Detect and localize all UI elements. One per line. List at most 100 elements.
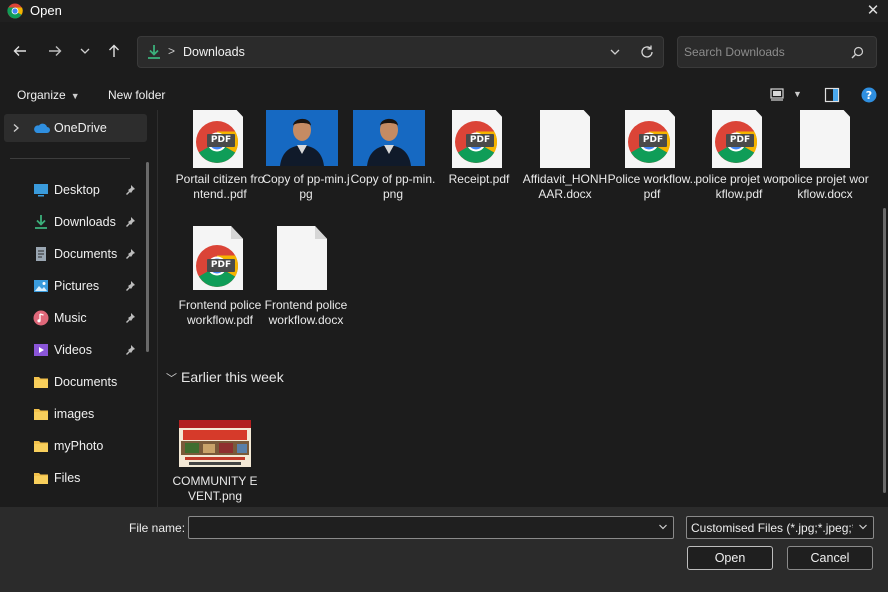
sidebar-item-downloads[interactable]: Downloads xyxy=(0,208,150,236)
file-type-value: Customised Files (*.jpg;*.jpeg;* xyxy=(691,521,853,535)
file-item[interactable]: Frontend police workflow.docx xyxy=(263,226,349,336)
music-icon xyxy=(33,310,49,326)
file-type-select[interactable]: Customised Files (*.jpg;*.jpeg;* xyxy=(686,516,874,539)
open-button[interactable]: Open xyxy=(687,546,773,570)
pdf-badge: PDF xyxy=(639,134,667,147)
arrow-right-icon xyxy=(49,46,62,56)
sidebar-item-label: Pictures xyxy=(54,279,100,293)
chevron-down-icon[interactable]: ﹀ xyxy=(166,370,177,386)
back-button[interactable] xyxy=(7,38,33,64)
breadcrumb-downloads[interactable]: Downloads xyxy=(183,45,245,59)
search-input[interactable] xyxy=(684,43,849,61)
search-box[interactable] xyxy=(677,36,877,68)
file-item[interactable]: Copy of pp-min.png xyxy=(350,110,436,222)
sidebar-item-desktop[interactable]: Desktop xyxy=(0,176,150,204)
folder-icon xyxy=(34,473,48,484)
breadcrumb-separator: > xyxy=(168,44,176,58)
chevron-down-icon xyxy=(80,48,90,54)
chevron-down-icon[interactable] xyxy=(658,522,668,532)
folder-icon xyxy=(34,377,48,388)
address-bar[interactable]: > Downloads xyxy=(137,36,664,68)
title-bar: Open ✕ xyxy=(0,0,888,22)
help-icon[interactable]: ? xyxy=(861,87,877,103)
up-button[interactable] xyxy=(101,38,127,64)
arrow-up-icon xyxy=(109,44,119,57)
pin-icon[interactable] xyxy=(124,280,136,292)
search-icon[interactable] xyxy=(851,46,864,59)
organize-menu[interactable]: Organize ▼ xyxy=(17,88,80,102)
chevron-right-icon[interactable] xyxy=(11,123,21,133)
sidebar-item-images[interactable]: images xyxy=(0,400,150,428)
sidebar-item-music[interactable]: Music xyxy=(0,304,150,332)
file-item[interactable]: PDF police projet workflow.pdf xyxy=(695,110,783,222)
download-icon xyxy=(35,215,47,229)
file-name: Copy of pp-min.jpg xyxy=(262,172,350,201)
file-item[interactable]: PDF Portail citizen frontend..pdf xyxy=(176,110,264,222)
chevron-down-icon[interactable] xyxy=(608,45,622,59)
close-icon[interactable]: ✕ xyxy=(864,2,882,20)
svg-text:?: ? xyxy=(866,89,872,102)
file-name-input[interactable] xyxy=(188,516,674,539)
content-scrollbar[interactable] xyxy=(883,208,886,493)
person-photo-icon xyxy=(266,110,338,166)
sidebar-item-documents[interactable]: Documents xyxy=(0,240,150,268)
file-name: Frontend police workflow.pdf xyxy=(178,298,262,327)
organize-label: Organize xyxy=(17,88,66,102)
dialog-footer: File name: Customised Files (*.jpg;*.jpe… xyxy=(0,507,888,592)
file-name: COMMUNITY EVENT.png xyxy=(172,474,258,503)
file-name: Police workflow..pdf xyxy=(607,172,697,201)
desktop-icon xyxy=(34,184,48,197)
file-item[interactable]: PDF Receipt.pdf xyxy=(436,110,522,222)
pdf-badge: PDF xyxy=(207,134,235,147)
pdf-badge: PDF xyxy=(726,134,754,147)
forward-button[interactable] xyxy=(42,38,68,64)
sidebar-item-onedrive[interactable]: OneDrive xyxy=(4,114,147,142)
document-icon xyxy=(36,247,46,261)
download-icon xyxy=(148,45,160,59)
preview-pane-icon[interactable] xyxy=(824,87,840,103)
file-name: Copy of pp-min.png xyxy=(350,172,436,201)
sidebar-item-label: Videos xyxy=(54,343,92,357)
view-options-icon[interactable] xyxy=(769,87,785,103)
file-name: Receipt.pdf xyxy=(448,172,510,186)
file-item[interactable]: police projet workflow.docx xyxy=(781,110,869,222)
sidebar-item-documents-folder[interactable]: Documents xyxy=(0,368,150,396)
command-bar: Organize ▼ New folder ▼ ? xyxy=(0,80,888,110)
cancel-button[interactable]: Cancel xyxy=(787,546,873,570)
caret-down-icon[interactable]: ▼ xyxy=(793,89,802,99)
event-poster-thumbnail xyxy=(179,420,251,467)
sidebar-item-files[interactable]: Files xyxy=(0,464,150,492)
pin-icon[interactable] xyxy=(124,312,136,324)
sidebar-item-label: Documents xyxy=(54,375,118,389)
photo-thumbnail xyxy=(353,110,425,166)
navigation-pane: OneDrive Desktop Downloads Documents Pic… xyxy=(0,110,157,507)
file-name: police projet workflow.docx xyxy=(781,172,869,201)
person-photo-icon xyxy=(353,110,425,166)
file-list: PDF Portail citizen frontend..pdf Copy o… xyxy=(158,110,888,507)
chevron-down-icon[interactable] xyxy=(858,522,868,532)
sidebar-item-pictures[interactable]: Pictures xyxy=(0,272,150,300)
pin-icon[interactable] xyxy=(124,184,136,196)
file-item[interactable]: Copy of pp-min.jpg xyxy=(262,110,350,222)
file-item[interactable]: PDF Police workflow..pdf xyxy=(607,110,697,222)
recent-locations-button[interactable] xyxy=(72,38,98,64)
pin-icon[interactable] xyxy=(124,344,136,356)
sidebar-item-videos[interactable]: Videos xyxy=(0,336,150,364)
sidebar-item-myphoto[interactable]: myPhoto xyxy=(0,432,150,460)
new-folder-button[interactable]: New folder xyxy=(108,88,165,102)
pin-icon[interactable] xyxy=(124,216,136,228)
folder-icon xyxy=(34,441,48,452)
file-item[interactable]: Affidavit_HONHAAR.docx xyxy=(522,110,608,222)
refresh-icon[interactable] xyxy=(639,44,655,60)
group-title: Earlier this week xyxy=(181,369,284,385)
file-item[interactable]: COMMUNITY EVENT.png xyxy=(172,418,258,507)
file-item[interactable]: PDF Frontend police workflow.pdf xyxy=(177,226,263,336)
pictures-icon xyxy=(34,280,48,292)
sidebar-divider xyxy=(10,158,130,159)
sidebar-scrollbar[interactable] xyxy=(146,162,149,352)
file-name: Affidavit_HONHAAR.docx xyxy=(522,172,608,201)
caret-down-icon: ▼ xyxy=(70,91,80,101)
pin-icon[interactable] xyxy=(124,248,136,260)
group-header-earlier-this-week[interactable]: ﹀ Earlier this week xyxy=(166,369,284,386)
sidebar-item-label: Desktop xyxy=(54,183,100,197)
